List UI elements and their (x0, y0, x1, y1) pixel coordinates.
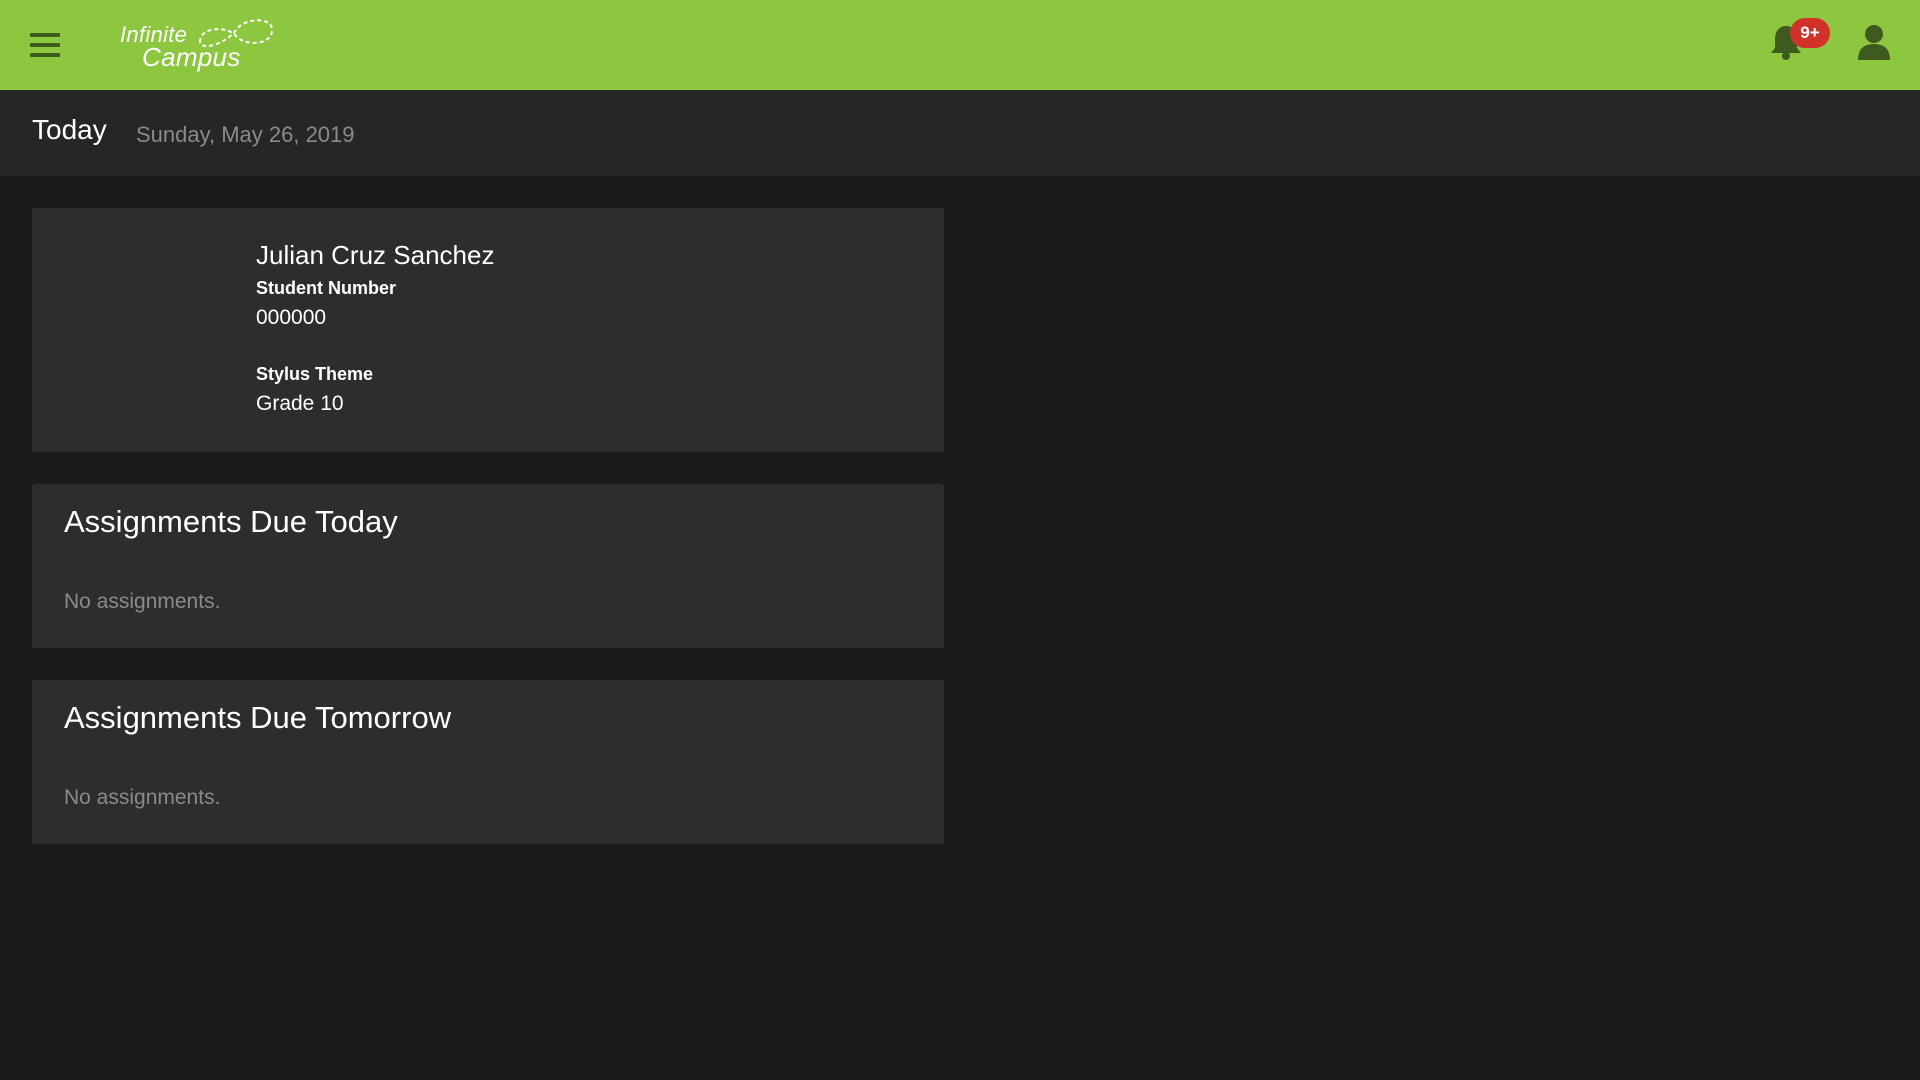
student-number-label: Student Number (256, 278, 397, 298)
student-info-card: Julian Cruz Sanchez Student Number 00000… (32, 208, 944, 452)
no-assignments-tomorrow-text: No assignments. (64, 786, 221, 809)
page-title: Today (32, 114, 107, 145)
user-icon (1858, 25, 1890, 60)
infinite-campus-logo[interactable]: Infinite Campus (118, 12, 278, 74)
user-menu-button[interactable] (1856, 22, 1892, 62)
infinity-swoosh-icon (198, 19, 274, 48)
stylus-theme-value: Grade 10 (256, 392, 344, 415)
assignments-due-today-card: Assignments Due Today No assignments. (32, 484, 944, 648)
page-header: Today Sunday, May 26, 2019 (0, 90, 1920, 176)
notification-count-badge[interactable]: 9+ (1790, 18, 1830, 48)
stylus-theme-label: Stylus Theme (256, 364, 374, 384)
no-assignments-today-text: No assignments. (64, 590, 221, 613)
student-number-value: 000000 (256, 306, 327, 329)
assignments-due-tomorrow-card: Assignments Due Tomorrow No assignments. (32, 680, 944, 844)
top-app-bar: Infinite Campus 9+ (0, 0, 1920, 90)
menu-icon[interactable] (24, 24, 66, 66)
assignments-due-tomorrow-title: Assignments Due Tomorrow (64, 700, 452, 735)
current-date: Sunday, May 26, 2019 (136, 122, 355, 147)
student-name: Julian Cruz Sanchez (256, 240, 495, 270)
assignments-due-today-title: Assignments Due Today (64, 504, 398, 539)
